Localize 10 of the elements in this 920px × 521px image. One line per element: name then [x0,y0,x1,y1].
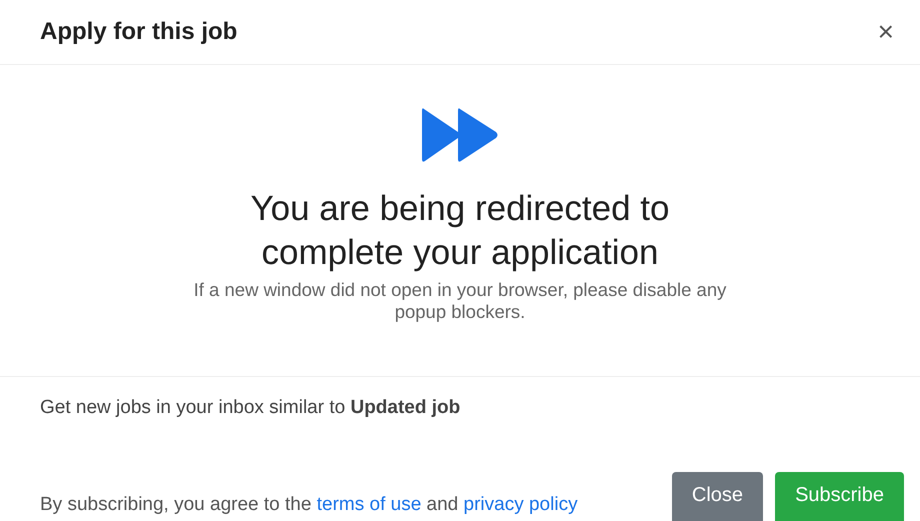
close-button[interactable]: Close [672,472,764,521]
terms-link[interactable]: terms of use [316,494,422,515]
close-button[interactable]: × [874,18,898,46]
subscribe-text: Get new jobs in your inbox similar to Updated job [40,397,462,419]
privacy-link[interactable]: privacy policy [464,494,578,515]
dialog-title: Apply for this job [40,18,238,46]
subscribe-button[interactable]: Subscribe [775,472,904,521]
redirect-heading: You are being redirected to complete your application [249,188,670,274]
popup-note: If a new window did not open in your browser, please disable any popup blockers. [192,279,728,323]
agreement-text: By subscribing, you agree to the terms of use and privacy policy [40,493,579,517]
